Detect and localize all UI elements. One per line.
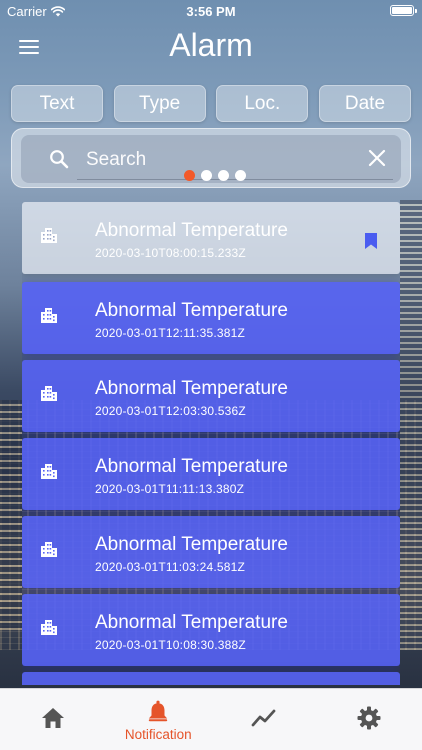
alarm-title: Abnormal Temperature <box>95 456 288 477</box>
alarm-timestamp: 2020-03-01T11:11:13.380Z <box>95 482 245 496</box>
trend-chart-icon <box>251 709 276 727</box>
bookmark-icon[interactable] <box>364 232 378 250</box>
tab-trends[interactable] <box>211 689 317 750</box>
filter-tab-location[interactable]: Loc. <box>216 85 309 122</box>
building-icon <box>41 464 57 479</box>
home-icon <box>41 708 64 728</box>
alarm-timestamp: 2020-03-10T08:00:15.233Z <box>95 246 246 260</box>
background-buildings <box>0 400 22 630</box>
building-icon <box>41 542 57 557</box>
gear-icon <box>357 706 381 730</box>
alarm-title: Abnormal Temperature <box>95 534 288 555</box>
filter-tabs: Text Type Loc. Date <box>11 85 411 122</box>
alarm-list-item[interactable]: Abnormal Temperature 2020-03-10T08:00:15… <box>22 202 400 274</box>
alarm-title: Abnormal Temperature <box>95 220 288 241</box>
alarm-list-item[interactable]: Abnormal Temperature 2020-03-01T12:03:30… <box>22 360 400 432</box>
battery-fill <box>392 7 412 14</box>
tab-notification[interactable]: Notification <box>106 689 212 750</box>
bell-icon <box>149 700 168 722</box>
building-icon <box>41 620 57 635</box>
background-tower <box>400 200 422 650</box>
alarm-list-item[interactable]: Abnormal Temperature 2020-03-01T10:08:30… <box>22 594 400 666</box>
filter-tab-type[interactable]: Type <box>113 85 206 122</box>
alarm-list-item[interactable]: Abnormal Temperature 2020-03-01T12:11:35… <box>22 282 400 354</box>
building-icon <box>41 386 57 401</box>
page-dot-1[interactable] <box>184 170 195 181</box>
bottom-tab-bar: Notification <box>0 688 422 750</box>
page-title: Alarm <box>169 27 253 63</box>
close-icon[interactable] <box>368 149 386 167</box>
search-icon <box>50 150 69 169</box>
alarm-title: Abnormal Temperature <box>95 378 288 399</box>
page-dot-3[interactable] <box>218 170 229 181</box>
alarm-list[interactable]: Abnormal Temperature 2020-03-10T08:00:15… <box>22 202 400 685</box>
alarm-list-item-partial[interactable] <box>22 672 400 685</box>
page-dot-4[interactable] <box>235 170 246 181</box>
building-icon <box>41 308 57 323</box>
battery-tip <box>415 9 417 13</box>
alarm-title: Abnormal Temperature <box>95 300 288 321</box>
filter-tab-date[interactable]: Date <box>318 85 411 122</box>
status-bar: Carrier 3:56 PM <box>0 0 422 22</box>
tab-home[interactable] <box>0 689 106 750</box>
alarm-list-item[interactable]: Abnormal Temperature 2020-03-01T11:11:13… <box>22 438 400 510</box>
status-time: 3:56 PM <box>186 4 236 19</box>
page-indicator <box>0 170 422 181</box>
alarm-title: Abnormal Temperature <box>95 612 288 633</box>
battery-icon <box>390 5 417 16</box>
alarm-timestamp: 2020-03-01T12:11:35.381Z <box>95 326 246 340</box>
alarm-timestamp: 2020-03-01T11:03:24.581Z <box>95 560 246 574</box>
filter-tab-text[interactable]: Text <box>11 85 103 122</box>
tab-notification-label: Notification <box>124 727 192 742</box>
page-dot-2[interactable] <box>201 170 212 181</box>
alarm-list-item[interactable]: Abnormal Temperature 2020-03-01T11:03:24… <box>22 516 400 588</box>
alarm-timestamp: 2020-03-01T10:08:30.388Z <box>95 638 246 652</box>
alarm-timestamp: 2020-03-01T12:03:30.536Z <box>95 404 246 418</box>
building-icon <box>41 228 57 243</box>
tab-settings[interactable] <box>317 689 422 750</box>
